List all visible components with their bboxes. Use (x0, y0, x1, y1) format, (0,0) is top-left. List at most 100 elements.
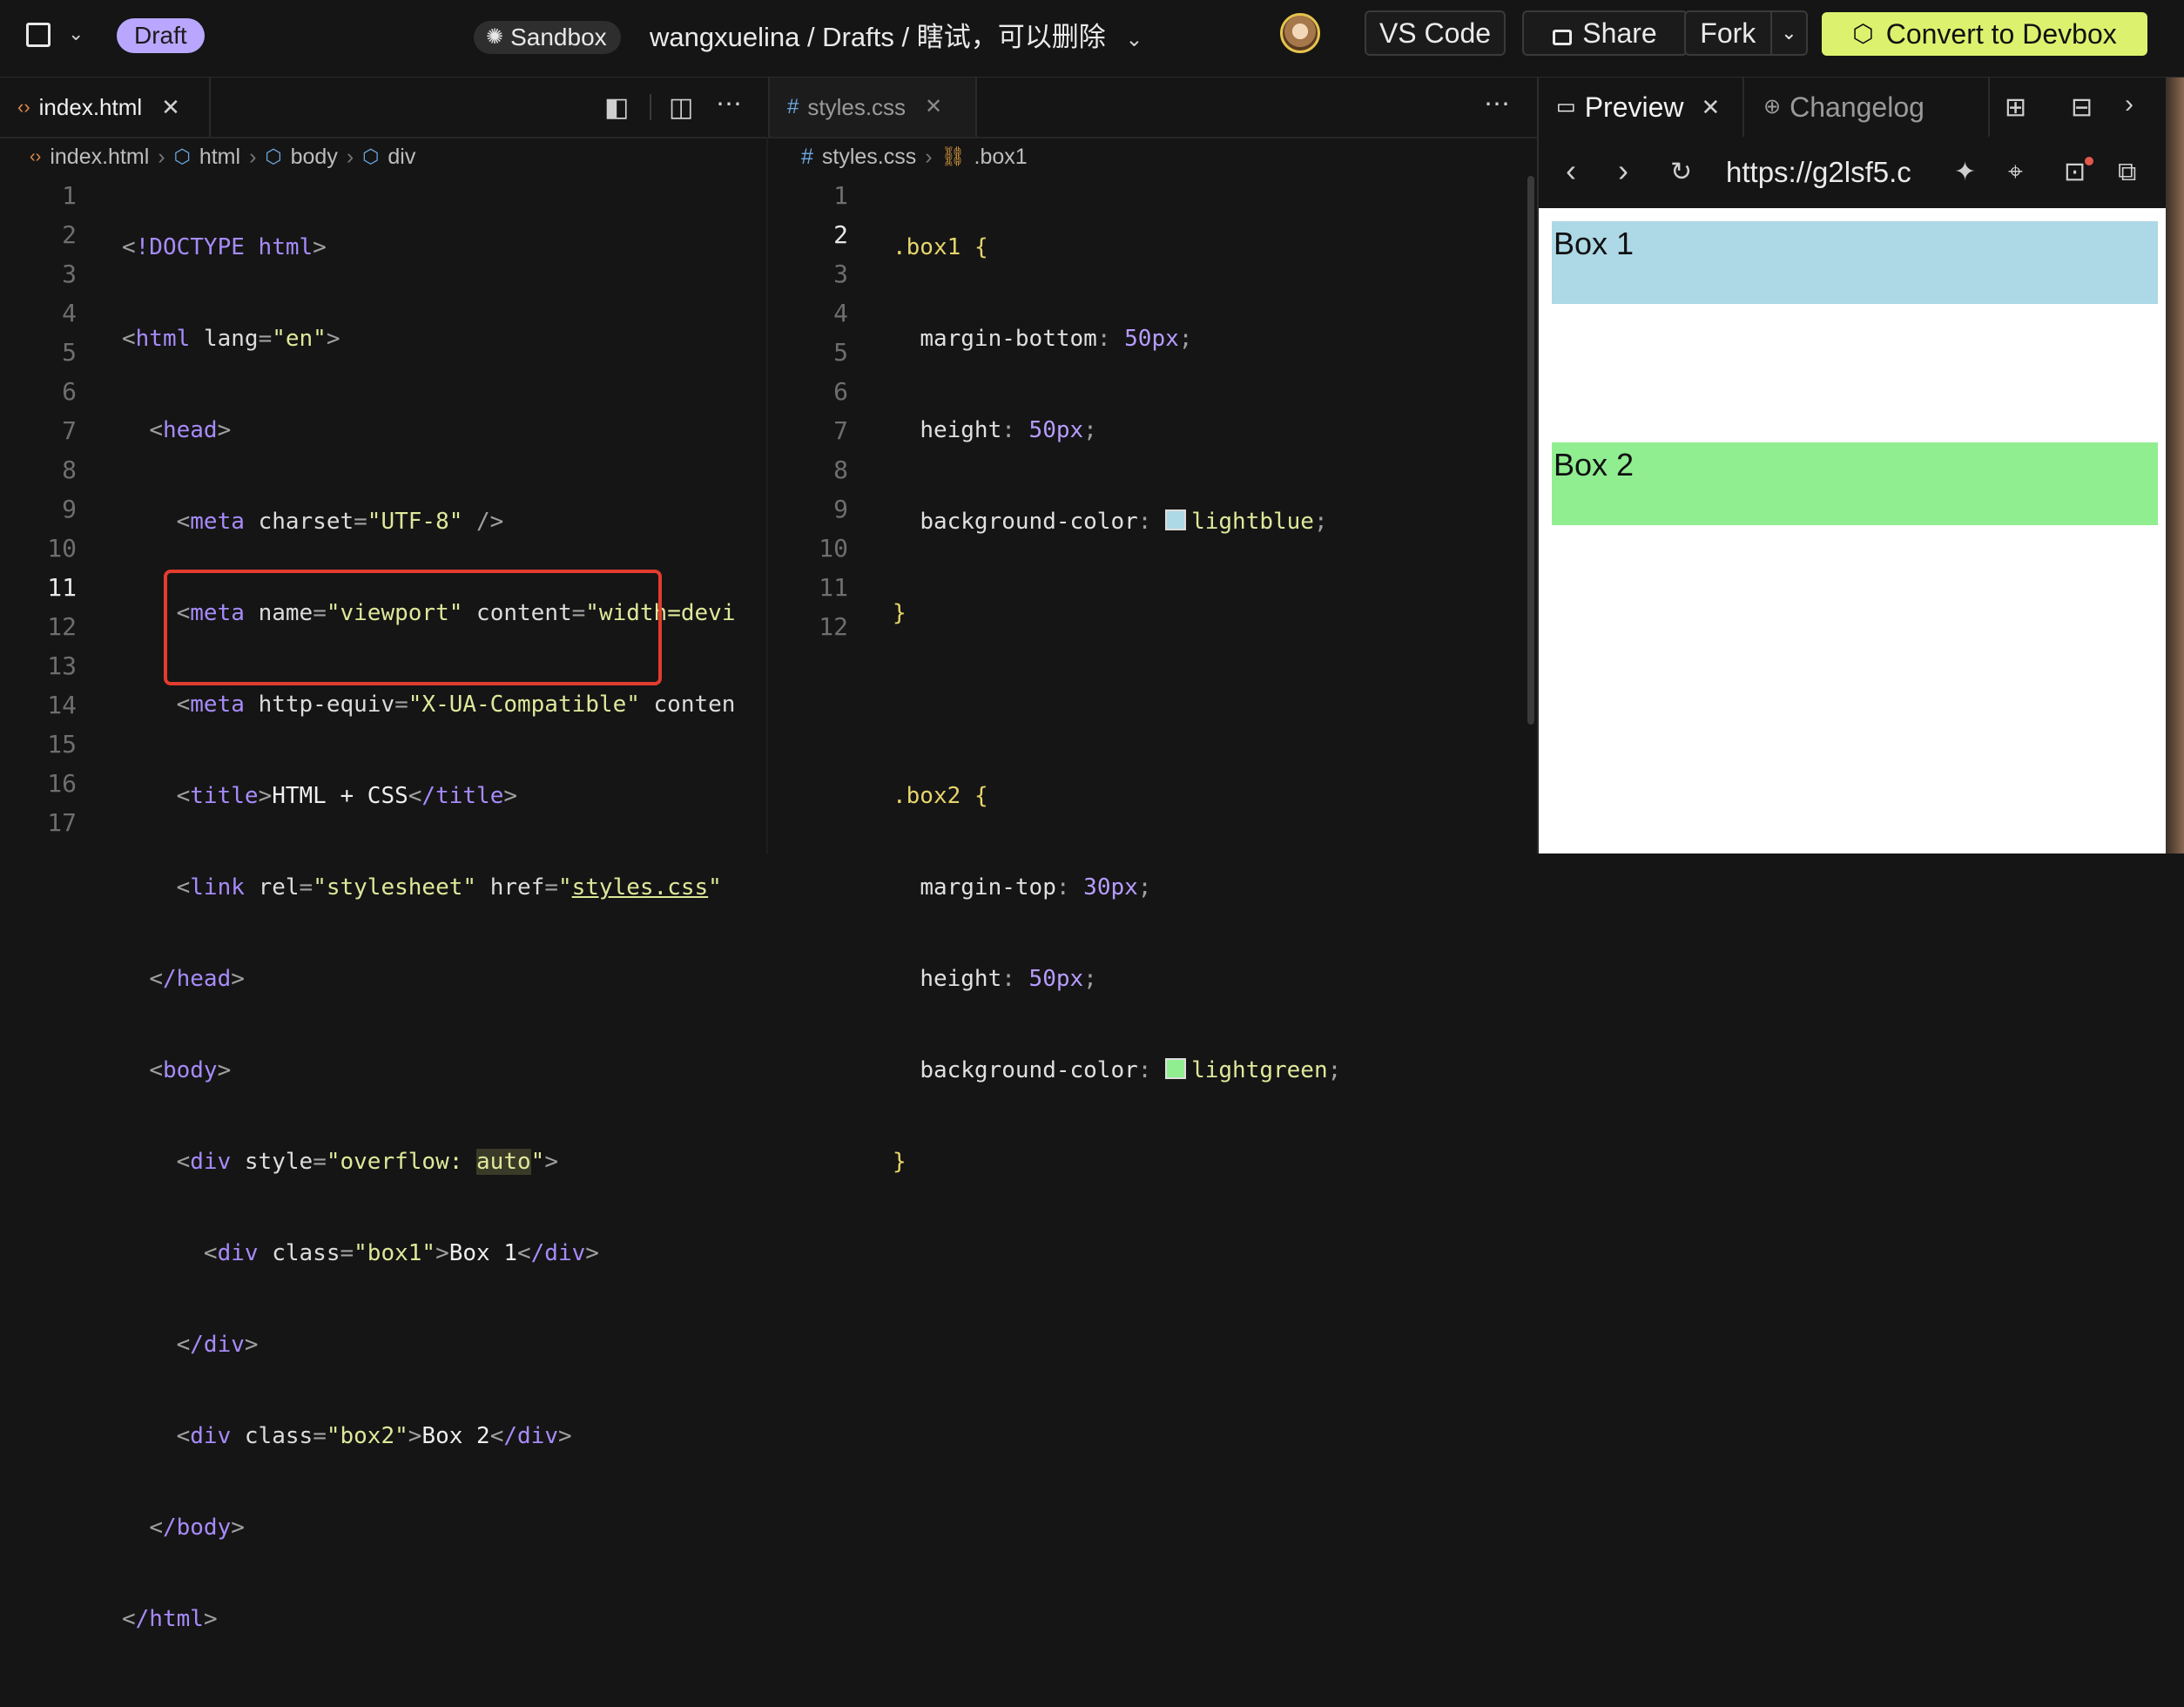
convert-to-devbox-button[interactable]: ⬡ Convert to Devbox (1822, 12, 2147, 56)
breadcrumb-item[interactable]: div (388, 139, 415, 174)
chevron-right-icon: › (158, 145, 165, 169)
code-line-active: <div style="overflow: auto"> (176, 1149, 558, 1175)
line-number: 3 (833, 260, 848, 288)
tab-label: index.html (38, 94, 143, 120)
line-number: 9 (833, 495, 848, 523)
code-line: <meta http-equiv="X-UA-Compatible" conte… (176, 692, 736, 718)
code-line: </div> (176, 1332, 259, 1358)
highlight-annotation-box (164, 570, 662, 685)
open-external-icon[interactable]: ⧉ (2118, 155, 2136, 190)
split-pane-icon[interactable]: ⊟ (2071, 91, 2093, 125)
tab-label: Changelog (1790, 91, 1924, 123)
avatar[interactable] (1280, 13, 1320, 53)
line-number: 10 (819, 534, 848, 563)
breadcrumb-item[interactable]: html (199, 139, 240, 174)
chevron-right-icon: › (925, 145, 933, 169)
line-number: 15 (47, 730, 77, 759)
code-line: <body> (149, 1057, 232, 1083)
window-icon: ▭ (1556, 95, 1576, 118)
crosshair-icon[interactable]: ⌖ (2008, 155, 2023, 190)
divider (650, 94, 651, 120)
color-swatch-lightgreen[interactable] (1165, 1058, 1187, 1079)
new-tab-icon[interactable]: ⊞ (2005, 91, 2026, 125)
preview-box-2: Box 2 (1552, 442, 2158, 525)
vscode-button[interactable]: VS Code (1365, 10, 1506, 56)
code-line: </body> (149, 1515, 245, 1541)
line-number: 9 (62, 495, 77, 523)
line-number: 17 (47, 808, 77, 837)
html-breadcrumb: ‹› index.html › ⬡ html › ⬡ body › ⬡ div (30, 139, 415, 174)
line-number: 8 (62, 455, 77, 484)
color-swatch-lightblue[interactable] (1165, 509, 1187, 530)
html-code-editor[interactable]: <!DOCTYPE html> <html lang="en"> <head> … (122, 176, 766, 1707)
forward-icon[interactable]: › (1618, 153, 1628, 188)
terminal-icon[interactable]: ⊡ (2064, 155, 2086, 190)
code-line: <div class="box1">Box 1</div> (203, 1240, 599, 1266)
css-scrollbar[interactable] (1527, 176, 1534, 725)
preview-frame[interactable]: Box 1 Box 2 (1539, 208, 2166, 854)
line-number: 2 (62, 220, 77, 249)
breadcrumb-text: wangxuelina / Drafts / 瞎试，可以删除 (650, 22, 1106, 52)
tab-preview[interactable]: ▭ Preview ✕ (1539, 78, 1744, 137)
line-number: 4 (833, 299, 848, 327)
cube-icon: ⬡ (265, 145, 282, 167)
line-number: 14 (47, 691, 77, 719)
code-line: <html lang="en"> (122, 326, 340, 352)
line-number: 5 (62, 338, 77, 367)
refresh-icon[interactable]: ↻ (1670, 155, 1692, 190)
line-number: 1 (62, 181, 77, 210)
tab-styles-css[interactable]: # styles.css ✕ (768, 78, 977, 137)
fork-button[interactable]: Fork (1686, 12, 1772, 54)
tab-changelog[interactable]: ⊕ Changelog (1746, 78, 1990, 137)
code-line: height: 50px; (920, 417, 1097, 443)
breadcrumb-item[interactable]: .box1 (974, 139, 1028, 174)
split-editor-icon[interactable]: ◫ (669, 91, 693, 125)
close-icon[interactable]: ✕ (161, 78, 180, 137)
code-line: } (893, 1149, 907, 1175)
sandbox-badge[interactable]: ✺ Sandbox (474, 21, 621, 54)
breadcrumb-item[interactable]: body (291, 139, 338, 174)
line-number: 5 (833, 338, 848, 367)
close-icon[interactable]: ✕ (1702, 78, 1721, 137)
html-line-numbers: 1 2 3 4 5 6 7 8 9 10 11 12 13 14 15 16 1… (33, 176, 77, 842)
project-breadcrumb[interactable]: wangxuelina / Drafts / 瞎试，可以删除 ⌄ (650, 19, 1143, 58)
code-line: </html> (122, 1606, 218, 1632)
fork-dropdown-icon[interactable]: ⌄ (1772, 12, 1806, 54)
code-line: margin-top: 30px; (920, 874, 1152, 901)
preview-box-1: Box 1 (1552, 221, 2158, 304)
chevron-right-icon[interactable]: › (2125, 87, 2133, 122)
breadcrumb-item[interactable]: styles.css (822, 139, 916, 174)
code-line: } (893, 600, 907, 626)
line-number: 6 (62, 377, 77, 406)
back-icon[interactable]: ‹ (1566, 153, 1576, 188)
close-icon[interactable]: ✕ (925, 78, 942, 137)
toggle-sidebar-icon[interactable]: ◧ (604, 91, 629, 125)
line-number: 3 (62, 260, 77, 288)
line-number-active: 2 (833, 220, 848, 249)
selector-icon: ⛓ (940, 145, 966, 167)
chevron-down-icon[interactable]: ⌄ (1125, 28, 1143, 51)
css-code-editor[interactable]: .box1 { margin-bottom: 50px; height: 50p… (893, 176, 1520, 1299)
breadcrumb-item[interactable]: index.html (50, 139, 149, 174)
more-icon[interactable]: ⋯ (1484, 87, 1510, 122)
chevron-right-icon: › (249, 145, 257, 169)
line-number: 7 (62, 416, 77, 445)
line-number: 7 (833, 416, 848, 445)
sparkle-icon[interactable]: ✦ (1954, 155, 1976, 190)
more-icon[interactable]: ⋯ (716, 87, 742, 122)
code-line: background-color: lightblue; (920, 509, 1328, 535)
code-line: height: 50px; (920, 966, 1097, 992)
code-line: .box2 { (893, 783, 988, 809)
window-menu-icon[interactable] (26, 23, 51, 47)
cube-icon: ⬡ (1852, 20, 1874, 47)
code-line: <title>HTML + CSS</title> (176, 783, 517, 809)
chevron-down-icon[interactable]: ⌄ (68, 23, 84, 45)
preview-url[interactable]: https://g2lsf5.c (1726, 150, 1911, 195)
notification-dot (2085, 157, 2093, 165)
code-icon: ‹› (30, 147, 42, 166)
tab-index-html[interactable]: ‹› index.html ✕ (0, 78, 211, 137)
share-button[interactable]: Share (1522, 10, 1688, 56)
line-number: 12 (819, 612, 848, 641)
